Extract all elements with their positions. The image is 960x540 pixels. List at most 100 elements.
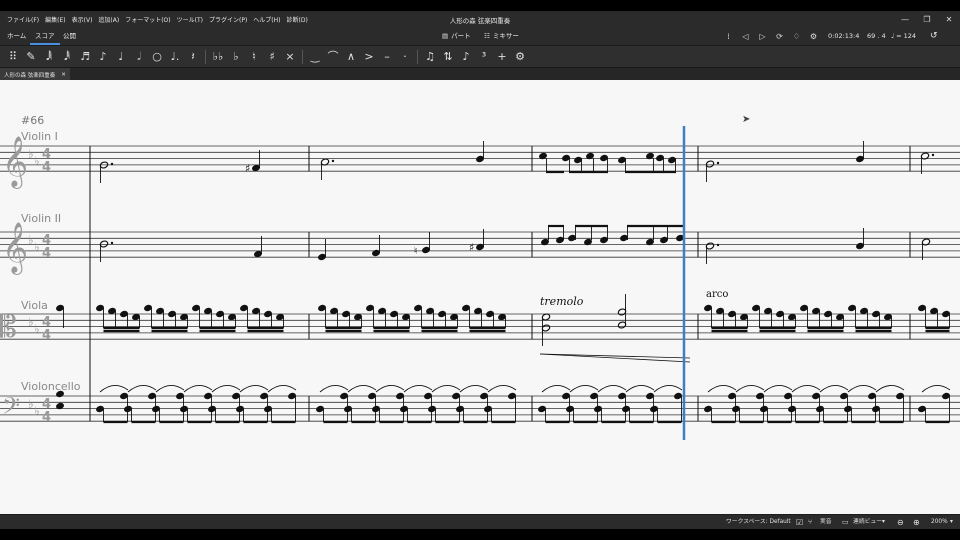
pen-icon[interactable]: ✎ bbox=[22, 46, 40, 68]
toolbar-separator bbox=[205, 49, 206, 64]
workspace-selector[interactable]: ワークスペース: Default bbox=[726, 515, 791, 530]
slur-icon[interactable]: ⌒ bbox=[324, 46, 342, 68]
instrument-name-violin-1[interactable]: Violin I bbox=[21, 130, 58, 143]
instrument-name-violin-2[interactable]: Violin II bbox=[21, 212, 61, 225]
playback-settings-icon[interactable]: ⚙ bbox=[807, 32, 820, 41]
instrument-name-viola[interactable]: Viola bbox=[21, 299, 48, 312]
arco-text[interactable]: arco bbox=[706, 289, 728, 300]
undo-icon[interactable]: ↺ bbox=[930, 28, 938, 45]
instrument-name-cello[interactable]: Violoncello bbox=[21, 380, 81, 393]
eighth-note-icon[interactable]: ♪ bbox=[94, 46, 112, 68]
rehearsal-mark[interactable]: #66 bbox=[21, 114, 44, 127]
whole-note-icon[interactable]: ○ bbox=[148, 46, 166, 68]
loop-icon[interactable]: ⟳ bbox=[773, 32, 786, 41]
augmentation-dot bbox=[716, 161, 720, 165]
augmentation-dot-icon[interactable]: ♩. bbox=[166, 46, 184, 68]
slur bbox=[403, 385, 433, 393]
menu-edit[interactable]: 編集(E) bbox=[42, 15, 68, 24]
menu-tools[interactable]: ツール(T) bbox=[174, 15, 206, 24]
slur bbox=[375, 385, 405, 393]
add-icon[interactable]: + bbox=[493, 46, 511, 68]
slur bbox=[459, 385, 489, 393]
rewind-icon[interactable]: ◁ bbox=[739, 32, 752, 41]
tab-publish[interactable]: 公開 bbox=[58, 28, 81, 45]
half-note-icon[interactable]: 𝅗𝅥 bbox=[130, 46, 148, 68]
zoom-out-icon[interactable]: ⊖ bbox=[897, 515, 904, 530]
slur bbox=[267, 385, 297, 393]
midi-input-icon[interactable]: ⁞ bbox=[722, 32, 735, 41]
slur bbox=[875, 385, 905, 393]
sharp-icon[interactable]: ♯ bbox=[263, 46, 281, 68]
key-signature-flat: ♭ bbox=[28, 233, 34, 247]
slur bbox=[921, 385, 951, 393]
treble-clef: 𝄞 bbox=[2, 222, 28, 275]
chevron-down-icon[interactable]: ▾ bbox=[950, 515, 953, 530]
concert-pitch-label: 実音 bbox=[820, 519, 832, 525]
view-mode-selector[interactable]: 連続ビュー bbox=[853, 515, 882, 530]
hairpin-line bbox=[539, 353, 691, 363]
title-menu-bar: ファイル(F) 編集(E) 表示(V) 追加(A) フォーマット(O) ツール(… bbox=[0, 11, 960, 28]
slur bbox=[127, 385, 157, 393]
slur bbox=[239, 385, 269, 393]
natural-icon[interactable]: ♮ bbox=[245, 46, 263, 68]
tempo-readout: ♩ = 124 bbox=[891, 32, 917, 40]
playback-controls: ⁞ ◁ ▷ ⟳ ♢ ⚙ bbox=[722, 28, 820, 45]
marcato-icon[interactable]: ∧ bbox=[342, 46, 360, 68]
concert-pitch-checkbox[interactable]: ☑ bbox=[796, 515, 803, 530]
tenuto-icon[interactable]: – bbox=[378, 46, 396, 68]
toolbar-separator bbox=[302, 49, 303, 64]
mixer-icon: ☷ bbox=[484, 32, 490, 40]
tremolo-text[interactable]: tremolo bbox=[540, 295, 583, 308]
restore-icon[interactable]: ❐ bbox=[916, 11, 938, 28]
menu-file[interactable]: ファイル(F) bbox=[4, 15, 42, 24]
drag-handle-icon[interactable]: ⠿ bbox=[4, 46, 22, 68]
accent-icon[interactable]: > bbox=[360, 46, 378, 68]
slur bbox=[819, 385, 849, 393]
flat-icon[interactable]: ♭ bbox=[227, 46, 245, 68]
document-tab-label: 人形の森 弦楽四重奏 bbox=[4, 72, 56, 79]
double-flat-icon[interactable]: ♭♭ bbox=[209, 46, 227, 68]
play-icon[interactable]: ▷ bbox=[756, 32, 769, 41]
menu-view[interactable]: 表示(V) bbox=[69, 15, 96, 24]
flip-direction-icon[interactable]: ⇅ bbox=[439, 46, 457, 68]
beam-icon[interactable]: ♫ bbox=[421, 46, 439, 68]
16th-note-icon[interactable]: ♬ bbox=[76, 46, 94, 68]
double-sharp-icon[interactable]: × bbox=[281, 46, 299, 68]
tie-icon[interactable]: ‿ bbox=[306, 46, 324, 68]
grace-note-icon[interactable]: ♪ bbox=[457, 46, 475, 68]
minimize-icon[interactable]: — bbox=[894, 11, 916, 28]
32nd-note-icon[interactable]: 𝅘𝅥𝅱 bbox=[58, 46, 76, 68]
tab-home[interactable]: ホーム bbox=[2, 28, 31, 45]
menu-format[interactable]: フォーマット(O) bbox=[122, 15, 173, 24]
zoom-in-icon[interactable]: ⊕ bbox=[913, 515, 920, 530]
quarter-note-icon[interactable]: ♩ bbox=[112, 46, 130, 68]
close-tab-icon[interactable]: ✕ bbox=[61, 72, 66, 78]
slur bbox=[183, 385, 213, 393]
parts-button[interactable]: ▤ パート bbox=[442, 30, 471, 43]
tab-score[interactable]: スコア bbox=[30, 28, 60, 45]
score-canvas[interactable]: 𝄞 𝄞 𝄡 𝄢 ♭ ♭ 4 4 ♭ ♭ 4 4 ♭ ♭ 4 4 ♭ ♭ 4 4 ♯ ♮ ♯ #66 Violin I Vio… bbox=[0, 80, 960, 514]
zoom-level[interactable]: 200% bbox=[931, 515, 948, 530]
64th-note-icon[interactable]: 𝅘𝅥𝅲 bbox=[40, 46, 58, 68]
parts-icon: ▤ bbox=[442, 32, 449, 40]
menu-add[interactable]: 追加(A) bbox=[95, 15, 122, 24]
staccato-icon[interactable]: · bbox=[396, 46, 414, 68]
slur bbox=[791, 385, 821, 393]
status-bar: ワークスペース: Default ☑ ⑂ 実音 ▭ 連続ビュー ▾ ⊖ ⊕ 20… bbox=[0, 514, 960, 529]
time-readout: 0:02:13:4 bbox=[828, 32, 860, 40]
augmentation-dot bbox=[931, 153, 935, 157]
close-icon[interactable]: ✕ bbox=[938, 11, 960, 28]
sharp-accidental: ♯ bbox=[245, 162, 250, 175]
mixer-button[interactable]: ☷ ミキサー bbox=[484, 30, 519, 43]
customize-toolbar-icon[interactable]: ⚙ bbox=[511, 46, 529, 68]
menu-plugins[interactable]: プラグイン(P) bbox=[206, 15, 250, 24]
slur bbox=[541, 385, 571, 393]
chevron-down-icon[interactable]: ▾ bbox=[882, 515, 885, 530]
metronome-icon[interactable]: ♢ bbox=[790, 32, 803, 41]
menu-help[interactable]: ヘルプ(H) bbox=[250, 15, 283, 24]
tuplet-icon[interactable]: ³ bbox=[475, 46, 493, 68]
rest-icon[interactable]: 𝄽 bbox=[184, 46, 202, 68]
augmentation-dot bbox=[110, 241, 114, 245]
key-signature-flat: ♭ bbox=[34, 240, 40, 254]
menu-diagnostic[interactable]: 診断(D) bbox=[284, 15, 311, 24]
